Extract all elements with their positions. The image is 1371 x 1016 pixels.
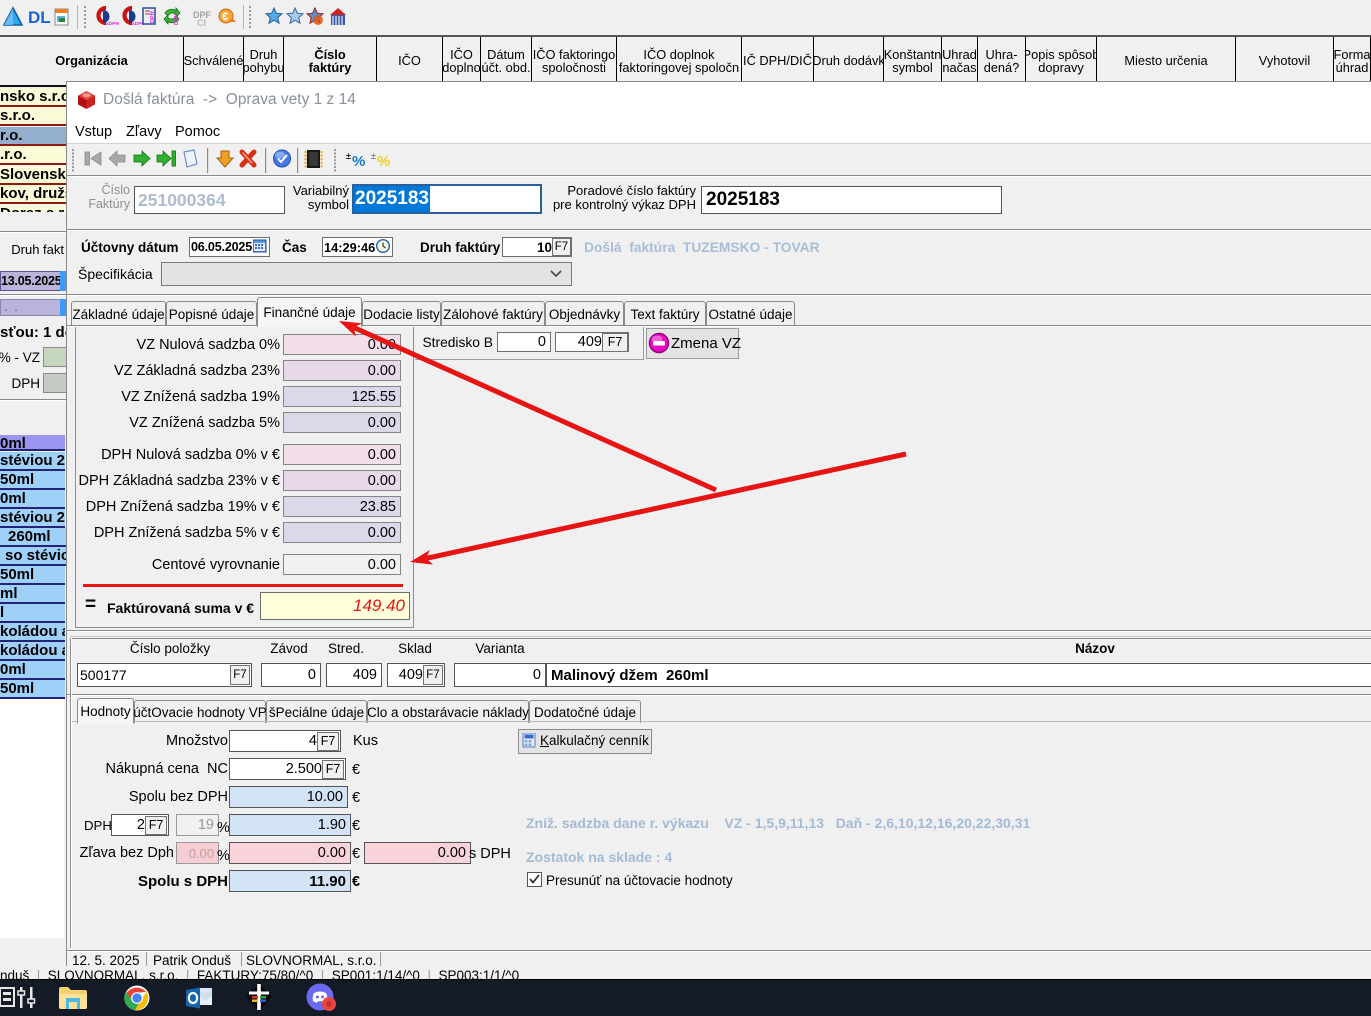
svg-text:%: % — [352, 153, 365, 170]
svg-text:€: € — [222, 11, 228, 23]
svg-text:DL: DL — [28, 8, 51, 27]
svg-text:DPH: DPH — [150, 11, 156, 23]
svg-text:xDPH: xDPH — [106, 21, 119, 27]
svg-text:±: ± — [371, 151, 376, 161]
svg-text:DPH: DPH — [174, 13, 180, 25]
svg-text:±: ± — [346, 151, 351, 161]
svg-text:%: % — [377, 153, 390, 170]
svg-text:CI: CI — [197, 18, 206, 28]
